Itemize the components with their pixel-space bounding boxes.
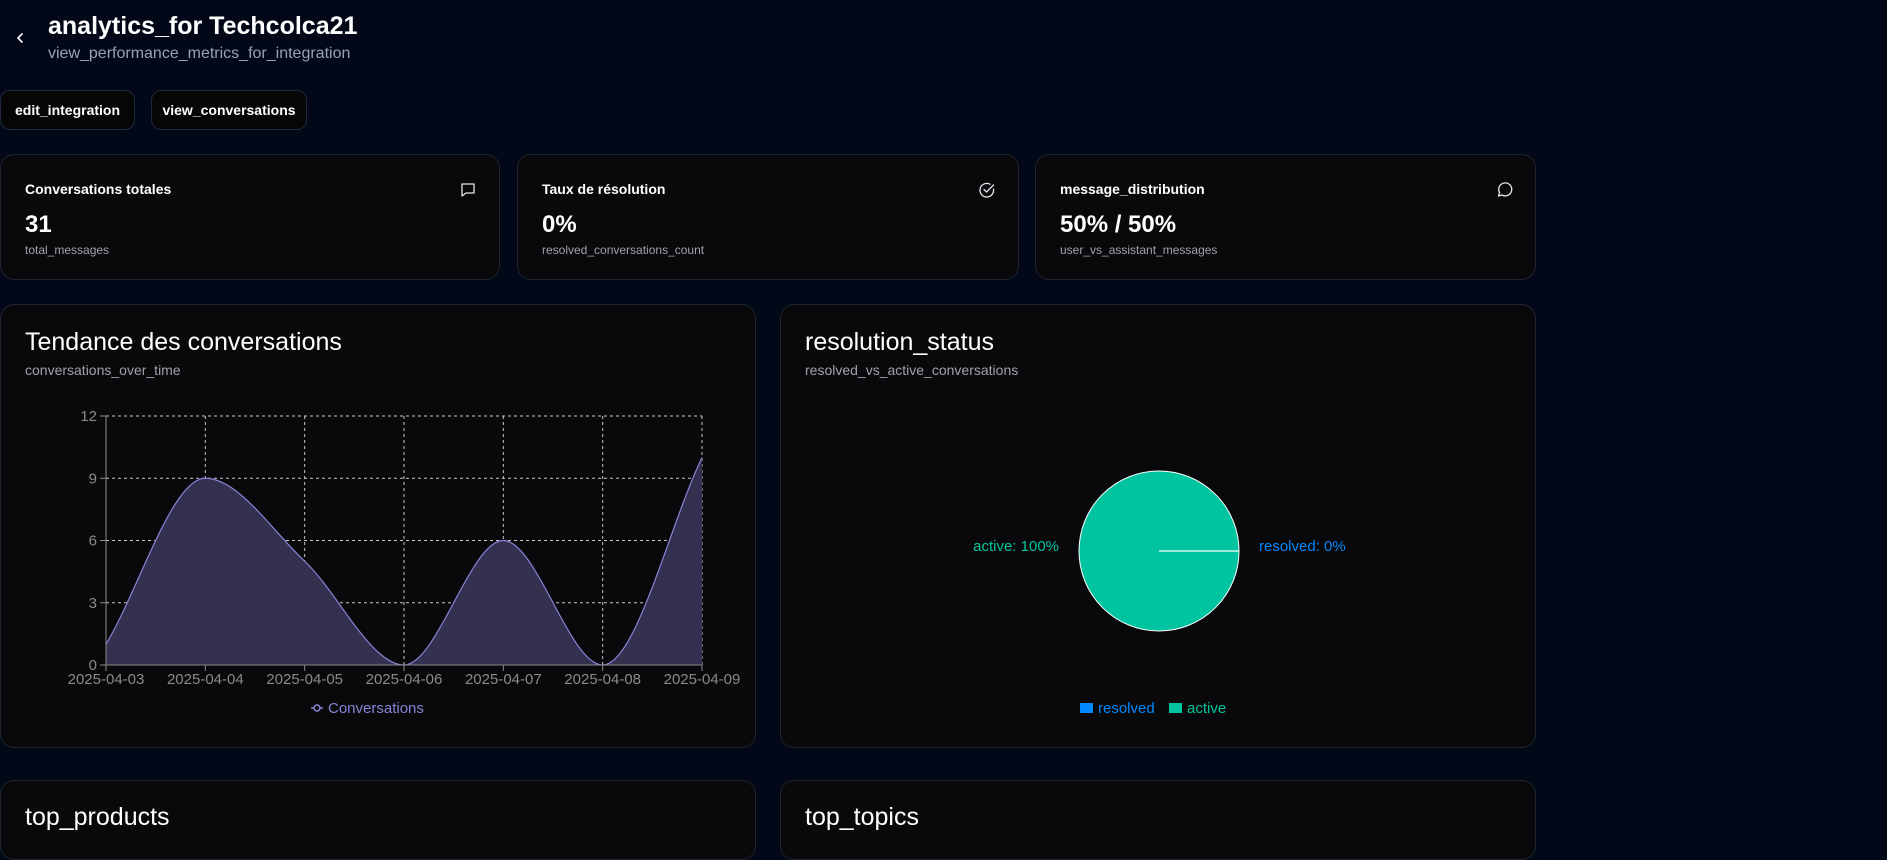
legend-label-active: active [1187,700,1226,717]
message-square-icon [461,183,475,197]
stat-label: Taux de résolution [542,181,666,197]
y-tick-label: 3 [89,595,97,612]
trend-legend: Conversations [311,700,424,717]
y-tick-label: 12 [80,408,97,425]
edit-integration-button[interactable]: edit_integration [0,90,135,130]
stat-label: Conversations totales [25,181,172,197]
stat-card-total-conversations: Conversations totales 31 total_messages [0,154,500,280]
stat-value: 50% / 50% [1060,211,1177,238]
resolution-status-card: resolution_status resolved_vs_active_con… [780,304,1536,748]
top-topics-card: top_topics [780,780,1536,860]
page-title: analytics_for Techcolca21 [48,12,358,40]
stat-sub: resolved_conversations_count [542,243,705,257]
x-tick-label: 2025-04-07 [465,671,542,688]
legend-swatch-resolved [1080,703,1093,713]
pie-legend: resolved active [1080,700,1226,717]
pie-label-resolved: resolved: 0% [1259,538,1346,555]
x-tick-label: 2025-04-04 [167,671,244,688]
view-conversations-button[interactable]: view_conversations [151,90,307,130]
legend-swatch-active [1169,703,1182,713]
page-subtitle: view_performance_metrics_for_integration [48,45,351,62]
conversation-trend-card: Tendance des conversations conversations… [0,304,756,748]
legend-label: Conversations [328,700,424,717]
check-circle-icon [979,182,995,198]
chevron-left-icon [17,33,23,43]
stat-sub: total_messages [25,243,110,257]
stat-card-resolution-rate: Taux de résolution 0% resolved_conversat… [517,154,1019,280]
y-tick-label: 6 [89,533,97,550]
legend-label-resolved: resolved [1098,700,1155,717]
y-tick-label: 9 [89,470,97,487]
stat-label: message_distribution [1060,181,1205,197]
x-tick-label: 2025-04-09 [664,671,741,688]
stat-sub: user_vs_assistant_messages [1060,243,1218,257]
stat-value: 0% [542,211,577,238]
x-tick-label: 2025-04-05 [266,671,343,688]
message-circle-icon [1497,182,1513,197]
conversation-trend-chart: 0369122025-04-03 2025-04-04 2025-04-05 2025… [68,408,741,717]
stat-card-message-distribution: message_distribution 50% / 50% user_vs_a… [1035,154,1536,280]
x-tick-label: 2025-04-06 [366,671,443,688]
resolution-pie-chart: active: 100% resolved: 0% resolved activ… [973,470,1346,717]
back-button[interactable] [10,28,30,48]
x-tick-label: 2025-04-08 [564,671,641,688]
top-products-card: top_products [0,780,756,860]
pie-label-active: active: 100% [973,538,1059,555]
x-tick-label: 2025-04-03 [68,671,145,688]
stat-value: 31 [25,211,52,238]
